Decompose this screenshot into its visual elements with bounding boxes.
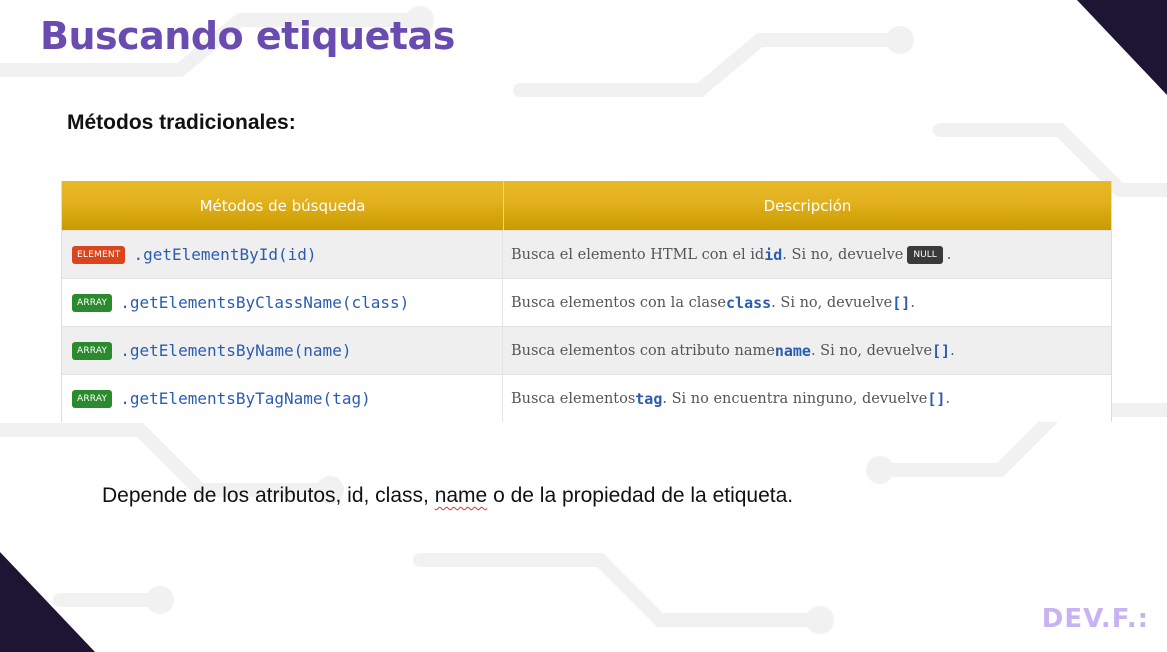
- method-name: .getElementsByClassName(class): [120, 293, 410, 312]
- desc-code: tag: [635, 389, 663, 408]
- desc-text: Busca el elemento HTML con el id: [511, 246, 765, 263]
- slide-title: Buscando etiquetas: [40, 14, 455, 58]
- desc-text: . Si no encuentra ninguno, devuelve: [662, 390, 928, 407]
- note-text: o de la propiedad de la etiqueta.: [487, 484, 794, 507]
- note-text: Depende de los atributos, id, class,: [102, 484, 435, 507]
- desc-text: . Si no, devuelve: [810, 342, 933, 359]
- corner-decoration-top-right: [1077, 0, 1167, 95]
- description-cell: Busca elementos tag . Si no encuentra ni…: [503, 375, 1111, 422]
- header-methods: Métodos de búsqueda: [62, 181, 504, 230]
- desc-text: Busca elementos con la clase: [511, 294, 727, 311]
- footer-note: Depende de los atributos, id, class, nam…: [102, 484, 793, 508]
- method-cell: ELEMENT .getElementById(id): [62, 231, 503, 278]
- desc-result: []: [927, 389, 946, 408]
- description-cell: Busca elementos con la clase class . Si …: [503, 279, 1111, 326]
- desc-text: .: [950, 342, 955, 359]
- description-cell: Busca elementos con atributo name name .…: [503, 327, 1111, 374]
- table-header: Métodos de búsqueda Descripción: [62, 181, 1111, 230]
- desc-code: id: [764, 245, 783, 264]
- spellcheck-flagged-word: name: [434, 484, 488, 507]
- return-type-badge: ELEMENT: [72, 245, 126, 264]
- description-cell: Busca el elemento HTML con el id id . Si…: [503, 231, 1111, 278]
- desc-result: []: [932, 341, 951, 360]
- table-row: ARRAY .getElementsByName(name) Busca ele…: [62, 326, 1111, 374]
- method-cell: ARRAY .getElementsByName(name): [62, 327, 503, 374]
- devf-logo: DEV.F.:: [1041, 604, 1149, 634]
- desc-text: Busca elementos: [511, 390, 636, 407]
- methods-table: Métodos de búsqueda Descripción ELEMENT …: [61, 181, 1112, 422]
- method-name: .getElementsByName(name): [120, 341, 352, 360]
- return-type-badge: ARRAY: [72, 389, 113, 408]
- table-row: ARRAY .getElementsByTagName(tag) Busca e…: [62, 374, 1111, 422]
- desc-text: .: [945, 390, 951, 407]
- desc-code: name: [774, 341, 811, 360]
- null-badge: NULL: [907, 245, 943, 264]
- desc-result: []: [892, 293, 911, 312]
- desc-text: .: [910, 294, 915, 311]
- header-description: Descripción: [763, 196, 852, 215]
- slide-subtitle: Métodos tradicionales:: [67, 111, 296, 134]
- method-name: .getElementsByTagName(tag): [120, 389, 371, 408]
- desc-text: .: [946, 246, 952, 263]
- return-type-badge: ARRAY: [72, 293, 113, 312]
- desc-code: class: [726, 293, 772, 312]
- method-cell: ARRAY .getElementsByClassName(class): [62, 279, 503, 326]
- desc-text: . Si no, devuelve: [782, 246, 904, 263]
- table-row: ARRAY .getElementsByClassName(class) Bus…: [62, 278, 1111, 326]
- return-type-badge: ARRAY: [72, 341, 113, 360]
- method-name: .getElementById(id): [133, 245, 317, 264]
- corner-decoration-bottom-left: [0, 552, 95, 652]
- desc-text: Busca elementos con atributo name: [511, 342, 775, 359]
- table-row: ELEMENT .getElementById(id) Busca el ele…: [62, 230, 1111, 278]
- method-cell: ARRAY .getElementsByTagName(tag): [62, 375, 503, 422]
- desc-text: . Si no, devuelve: [771, 294, 893, 311]
